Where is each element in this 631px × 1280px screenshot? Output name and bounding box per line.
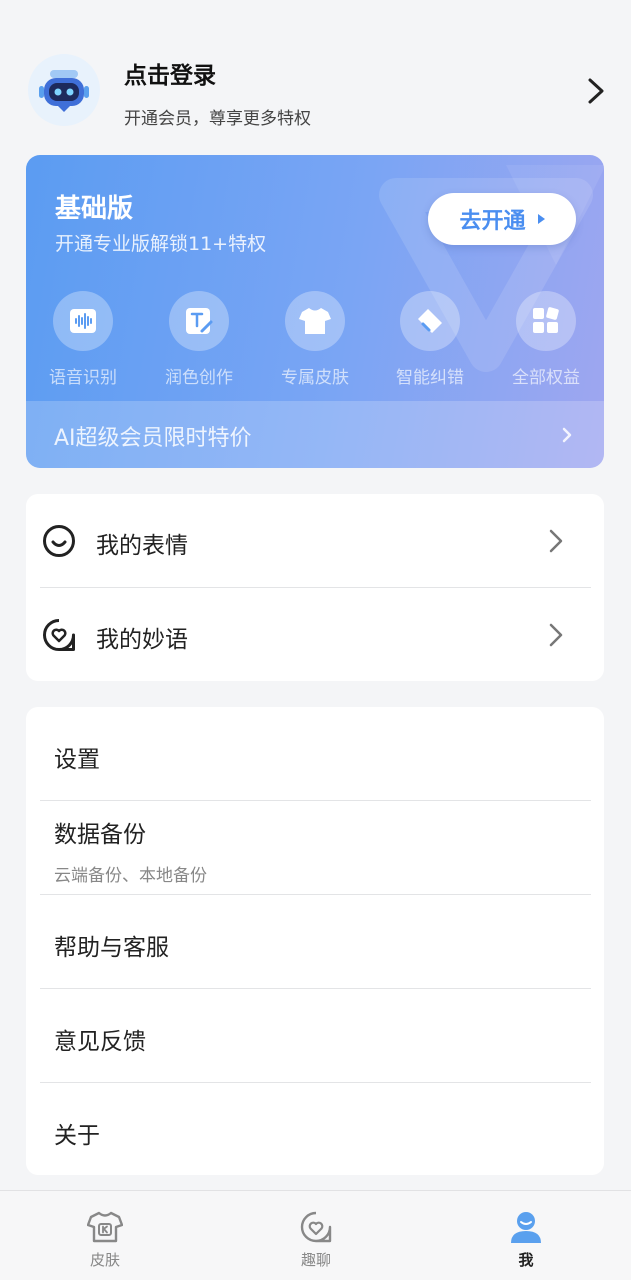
list-item-data-backup[interactable]: 数据备份 云端备份、本地备份 [26, 801, 604, 895]
list-item-label: 数据备份 [54, 822, 146, 848]
login-subtitle: 开通会员，尊享更多特权 [124, 109, 311, 129]
text-edit-icon [186, 308, 213, 334]
chevron-right-icon [549, 529, 563, 553]
caret-right-icon [537, 214, 545, 224]
feature-label: 全部权益 [512, 368, 580, 388]
profile-header[interactable]: 点击登录 开通会员，尊享更多特权 [0, 0, 631, 150]
chevron-right-icon [562, 427, 572, 443]
feature-voice-recognition[interactable]: 语音识别 [28, 291, 138, 391]
feature-label: 语音识别 [49, 368, 117, 388]
list-item-settings[interactable]: 设置 [26, 707, 604, 801]
ai-super-vip-promo[interactable]: AI超级会员限时特价 [26, 401, 604, 468]
list-item-label: 我的表情 [96, 533, 188, 559]
bottom-nav: 皮肤 趣聊 我 [0, 1190, 631, 1280]
eraser-icon [418, 309, 442, 333]
my-items-card: 我的表情 我的妙语 [26, 494, 604, 681]
list-item-my-stickers[interactable]: 我的表情 [26, 494, 604, 588]
tshirt-icon [299, 308, 331, 334]
list-item-description: 云端备份、本地备份 [54, 866, 207, 886]
feature-smart-correction[interactable]: 智能纠错 [375, 291, 485, 391]
list-item-feedback[interactable]: 意见反馈 [26, 989, 604, 1083]
vip-plan-title: 基础版 [55, 194, 134, 224]
activate-button-label: 去开通 [459, 209, 526, 234]
list-item-label: 意见反馈 [54, 1029, 146, 1055]
user-icon [511, 1212, 541, 1243]
list-item-label: 我的妙语 [96, 627, 188, 653]
heart-bubble-icon [43, 619, 75, 651]
feature-label: 专属皮肤 [281, 368, 349, 388]
nav-tab-fun-chat[interactable]: 趣聊 [276, 1209, 356, 1273]
login-title[interactable]: 点击登录 [124, 56, 216, 90]
list-item-my-quotes[interactable]: 我的妙语 [26, 588, 604, 682]
list-item-about[interactable]: 关于 [26, 1083, 604, 1177]
nav-label: 我 [518, 1251, 534, 1269]
list-item-label: 帮助与客服 [54, 935, 169, 961]
vip-plan-subtitle: 开通专业版解锁11+特权 [55, 233, 267, 255]
feature-polish-writing[interactable]: 润色创作 [144, 291, 254, 391]
promo-label: AI超级会员限时特价 [54, 426, 252, 451]
vip-card[interactable]: 基础版 开通专业版解锁11+特权 去开通 语音识别 润色创作 专属皮肤 智能纠错… [26, 155, 604, 468]
feature-all-benefits[interactable]: 全部权益 [491, 291, 601, 391]
feature-label: 润色创作 [165, 368, 233, 388]
list-item-label: 关于 [54, 1123, 100, 1149]
nav-tab-me[interactable]: 我 [486, 1209, 566, 1273]
chevron-right-icon[interactable] [584, 76, 608, 106]
avatar[interactable] [28, 54, 100, 126]
chat-heart-icon [300, 1211, 332, 1243]
voice-wave-icon [70, 309, 96, 333]
chevron-right-icon [549, 623, 563, 647]
robot-avatar-icon [39, 70, 89, 112]
nav-label: 趣聊 [300, 1251, 331, 1269]
list-item-label: 设置 [54, 747, 100, 773]
skin-tshirt-icon [87, 1211, 123, 1243]
feature-label: 智能纠错 [396, 368, 464, 388]
smile-face-icon [43, 525, 75, 557]
feature-exclusive-skin[interactable]: 专属皮肤 [260, 291, 370, 391]
grid-apps-icon [533, 307, 559, 333]
settings-card: 设置 数据备份 云端备份、本地备份 帮助与客服 意见反馈 关于 [26, 707, 604, 1175]
nav-label: 皮肤 [89, 1251, 120, 1269]
activate-button[interactable]: 去开通 [428, 193, 576, 245]
nav-tab-skin[interactable]: 皮肤 [65, 1209, 145, 1273]
list-item-help-support[interactable]: 帮助与客服 [26, 895, 604, 989]
